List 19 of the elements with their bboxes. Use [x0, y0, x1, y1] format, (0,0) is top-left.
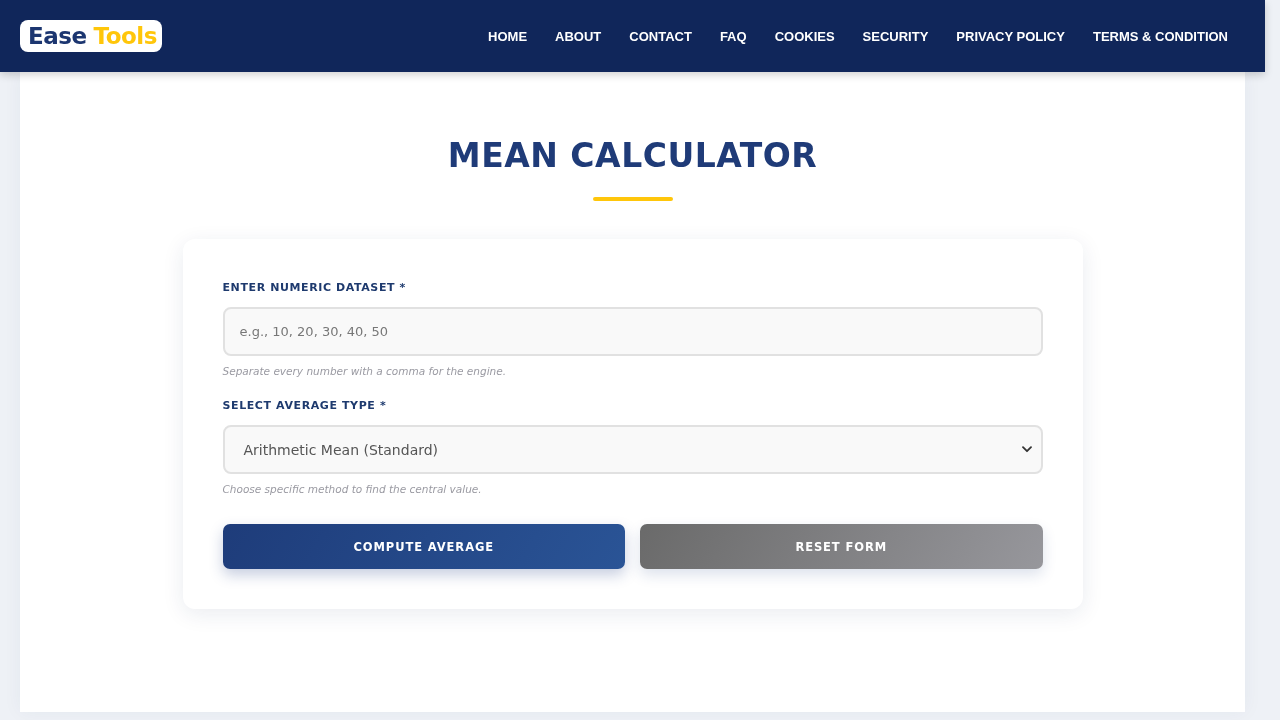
- nav-link[interactable]: SECURITY: [862, 28, 929, 44]
- compute-button[interactable]: COMPUTE AVERAGE: [222, 524, 625, 569]
- field-hint: Separate every number with a comma for the engine.: [222, 364, 507, 378]
- field-label: SELECT AVERAGE TYPE *: [222, 398, 388, 414]
- nav-link[interactable]: PRIVACY POLICY: [956, 28, 1065, 44]
- nav-link[interactable]: CONTACT: [629, 28, 692, 44]
- reset-button[interactable]: RESET FORM: [640, 524, 1043, 569]
- field-label: ENTER NUMERIC DATASET *: [222, 280, 407, 296]
- field-hint: Choose specific method to find the central value.: [222, 482, 483, 496]
- nav-link[interactable]: FAQ: [719, 28, 747, 44]
- select-field[interactable]: Arithmetic Mean (Standard): [222, 425, 1043, 474]
- nav-link[interactable]: HOME: [488, 28, 528, 44]
- input-field[interactable]: e.g., 10, 20, 30, 40, 50: [222, 307, 1043, 356]
- logo[interactable]: Ease Tools: [20, 20, 162, 52]
- page-title: MEAN CALCULATOR: [446, 135, 819, 177]
- chevron-down-icon: [1021, 446, 1032, 453]
- nav-link[interactable]: TERMS & CONDITION: [1092, 28, 1228, 44]
- nav-link[interactable]: ABOUT: [555, 28, 602, 44]
- nav-link[interactable]: COOKIES: [774, 28, 835, 44]
